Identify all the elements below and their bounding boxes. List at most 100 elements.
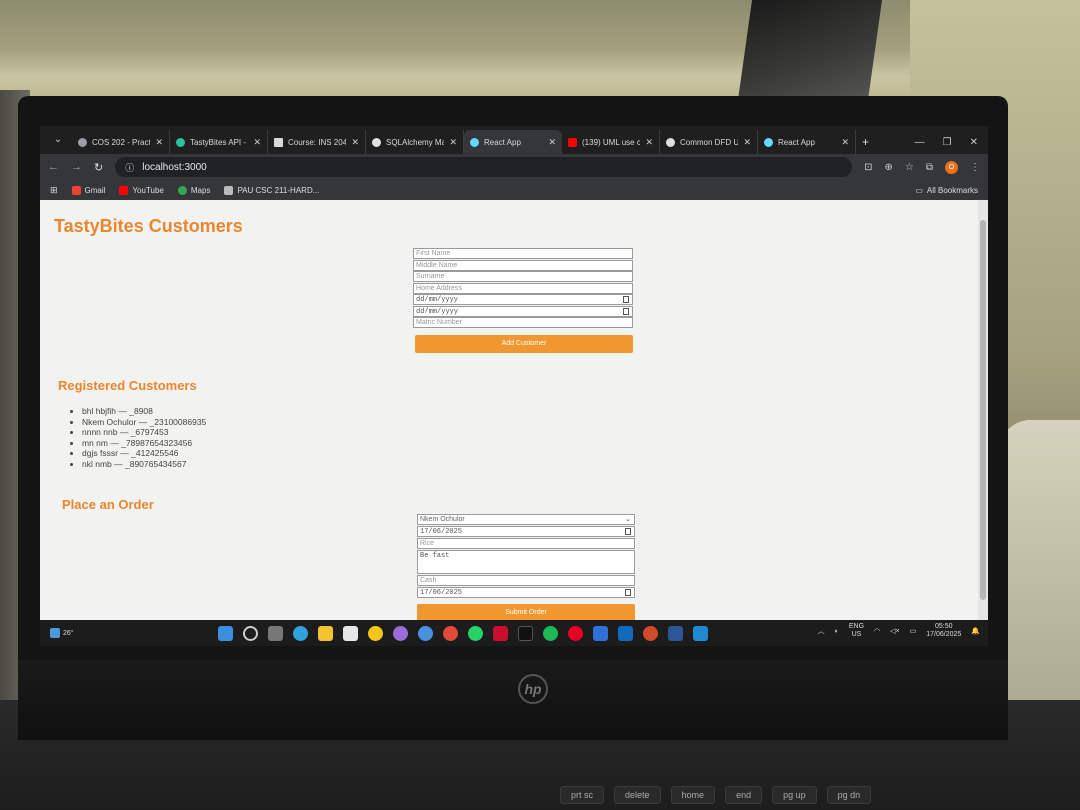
copilot-tray-icon[interactable]: ◐ [835, 628, 839, 635]
spotify-icon[interactable] [543, 626, 558, 641]
whatsapp-icon[interactable] [468, 626, 483, 641]
volume-mute-icon[interactable]: ◁× [890, 627, 899, 635]
scrollbar-thumb[interactable] [980, 220, 986, 600]
mcafee-icon[interactable] [493, 626, 508, 641]
middle-name-input[interactable]: Middle Name [413, 259, 633, 271]
calendar-icon[interactable] [625, 528, 631, 535]
add-customer-button[interactable]: Add Customer [415, 335, 633, 353]
menu-icon[interactable]: ⋮ [970, 162, 980, 173]
browser-tab[interactable]: (139) UML use c ✕ [562, 130, 660, 154]
edge-icon[interactable] [293, 626, 308, 641]
browser-tab[interactable]: TastyBites API - ✕ [170, 130, 268, 154]
clock[interactable]: 05:50 17/06/2025 [926, 623, 961, 639]
tab-strip: ⌄ COS 202 - Practi ✕ TastyBites API - ✕ … [40, 126, 988, 154]
profile-avatar[interactable]: O [945, 160, 958, 174]
office-icon[interactable] [643, 626, 658, 641]
apps-grid-icon[interactable]: ⊞ [50, 185, 58, 196]
restore-icon[interactable]: ❐ [943, 137, 952, 148]
minimize-icon[interactable]: — [915, 137, 925, 148]
surname-input[interactable]: Surname [413, 271, 633, 282]
store-icon[interactable] [343, 626, 358, 641]
list-item: dgjs fsssr — _412425546 [82, 448, 206, 459]
customer-select[interactable]: Nkem Ochulor ⌄ [417, 514, 635, 525]
close-icon[interactable]: ✕ [841, 137, 849, 148]
word-icon[interactable] [668, 626, 683, 641]
browser-tab[interactable]: COS 202 - Practi ✕ [72, 130, 170, 154]
install-icon[interactable]: ⊡ [864, 162, 872, 173]
bookmark-pau[interactable]: PAU CSC 211-HARD... [224, 185, 319, 195]
place-order-title: Place an Order [62, 497, 154, 512]
bookmark-gmail[interactable]: Gmail [71, 185, 105, 195]
address-bar[interactable]: ⓘ localhost:3000 [115, 157, 853, 177]
bookmark-maps[interactable]: Maps [177, 185, 210, 195]
page-scrollbar[interactable] [978, 200, 988, 620]
reload-icon[interactable]: ↻ [94, 161, 103, 174]
close-icon[interactable]: ✕ [253, 137, 261, 148]
browser-tab[interactable]: Common DFD U ✕ [660, 130, 758, 154]
matric-number-input[interactable]: Matric Number [413, 317, 633, 328]
submit-order-button[interactable]: Submit Order [417, 604, 635, 620]
browser-tab[interactable]: Course: INS 204 ✕ [268, 130, 366, 154]
bookmark-star-icon[interactable]: ☆ [905, 162, 914, 173]
background-window [737, 0, 883, 100]
calendar-icon[interactable] [623, 296, 629, 303]
payment-select[interactable]: Cash [417, 575, 635, 586]
date-input-2[interactable]: dd/mm/yyyy [413, 305, 633, 317]
back-icon[interactable]: ← [48, 161, 59, 173]
browser-tab-active[interactable]: React App ✕ [464, 130, 562, 154]
calendar-icon[interactable] [623, 307, 629, 315]
search-icon[interactable] [243, 626, 258, 641]
hp-logo: hp [518, 674, 548, 704]
bookmark-youtube[interactable]: YouTube [119, 185, 164, 195]
chevron-up-icon[interactable]: ︿ [818, 626, 825, 636]
close-window-icon[interactable]: ✕ [970, 137, 978, 148]
close-icon[interactable]: ✕ [449, 137, 457, 148]
weather-icon [50, 628, 60, 638]
pinterest-icon[interactable] [568, 626, 583, 641]
close-icon[interactable]: ✕ [743, 137, 751, 148]
list-item: Nkem Ochulor — _23100086935 [82, 417, 206, 428]
order-date-input[interactable]: 17/06/2025 [417, 526, 635, 537]
battery-icon[interactable]: ▭ [910, 627, 917, 635]
browser-tab[interactable]: React App ✕ [758, 130, 856, 154]
site-info-icon[interactable]: ⓘ [125, 161, 134, 174]
outlook-icon[interactable] [618, 626, 633, 641]
calculator-icon[interactable] [593, 626, 608, 641]
tab-search-icon[interactable]: ⌄ [48, 130, 68, 150]
list-item: nnnn nnb — _6797453 [82, 427, 206, 438]
browser-tab[interactable]: SQLAlchemy Ma ✕ [366, 130, 464, 154]
start-icon[interactable] [218, 626, 233, 641]
language-indicator[interactable]: ENG US [849, 623, 864, 639]
extensions-icon[interactable]: ⧉ [926, 162, 933, 173]
notes-textarea[interactable]: Be fast [417, 550, 635, 574]
calendar-icon[interactable] [625, 589, 631, 596]
zoom-icon[interactable]: ⊕ [885, 162, 893, 173]
first-name-input[interactable]: First Name [413, 248, 633, 259]
item-input[interactable]: Rice [417, 538, 635, 549]
home-address-input[interactable]: Home Address [413, 282, 633, 294]
chrome-icon[interactable] [418, 626, 433, 641]
task-view-icon[interactable] [268, 626, 283, 641]
new-tab-icon[interactable]: + [856, 135, 875, 154]
weather-widget[interactable]: 26° [50, 628, 74, 638]
close-icon[interactable]: ✕ [351, 137, 359, 148]
chrome-icon[interactable] [443, 626, 458, 641]
key: pg up [772, 786, 817, 804]
close-icon[interactable]: ✕ [548, 137, 556, 148]
delivery-date-input[interactable]: 17/06/2025 [417, 587, 635, 598]
copilot-icon[interactable] [393, 626, 408, 641]
all-bookmarks[interactable]: ▭ All Bookmarks [915, 186, 978, 195]
vscode-icon[interactable] [693, 626, 708, 641]
forward-icon[interactable]: → [71, 161, 82, 173]
list-item: nkl nmb — _890765434567 [82, 459, 206, 470]
date-input-1[interactable]: dd/mm/yyyy [413, 294, 633, 305]
tiktok-icon[interactable] [518, 626, 533, 641]
close-icon[interactable]: ✕ [645, 137, 653, 148]
background-pillow [1000, 420, 1080, 720]
keyboard-top-row: prt sc delete home end pg up pg dn [560, 786, 872, 804]
notification-icon[interactable]: 🔔 [971, 627, 980, 635]
norton-icon[interactable] [368, 626, 383, 641]
close-icon[interactable]: ✕ [155, 137, 163, 148]
wifi-icon[interactable]: ◠ [874, 627, 880, 635]
file-explorer-icon[interactable] [318, 626, 333, 641]
